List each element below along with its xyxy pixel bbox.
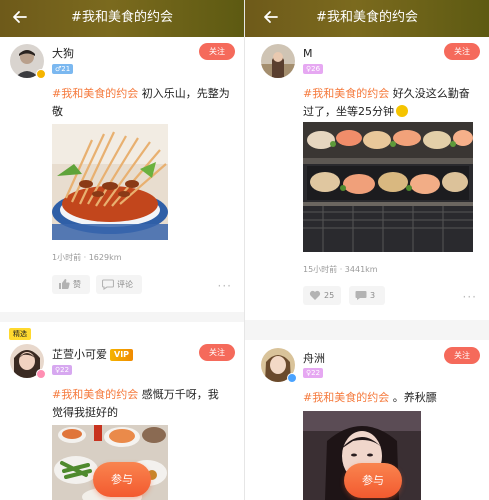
username[interactable]: M — [303, 47, 313, 61]
gender-level-badge: ♂21 — [52, 64, 74, 74]
more-dots-icon[interactable]: ··· — [463, 291, 477, 303]
follow-button[interactable]: 关注 — [444, 43, 480, 60]
post-text: #我和美食的约会 初入乐山，先整为敬 — [52, 85, 237, 121]
verified-badge-icon — [36, 369, 46, 379]
post-text: #我和美食的约会 好久没这么勤奋过了，坐等25分钟 — [303, 85, 473, 121]
post-separator — [0, 312, 244, 322]
like-button[interactable]: 赞 — [52, 275, 90, 294]
join-button[interactable]: 参与 — [344, 463, 402, 498]
topic-tag[interactable]: #我和美食的约会 — [303, 87, 389, 100]
follow-button[interactable]: 关注 — [444, 347, 480, 364]
thumbs-up-icon — [59, 279, 70, 289]
topic-tag[interactable]: #我和美食的约会 — [52, 87, 138, 100]
username[interactable]: 大狗 — [52, 47, 74, 61]
post-photo[interactable] — [52, 124, 168, 240]
username[interactable]: 舟洲 — [303, 352, 325, 366]
post-separator — [245, 320, 489, 340]
follow-button[interactable]: 关注 — [199, 43, 235, 60]
featured-badge: 精选 — [9, 328, 31, 340]
feed-panel-left: #我和美食的约会 大狗 ♂21 关注 #我和美食的约会 初入乐山，先整为敬 1小… — [0, 0, 244, 500]
comment-count: 3 — [370, 291, 376, 300]
post-card: M ♀26 关注 #我和美食的约会 好久没这么勤奋过了，坐等25分钟 15小时前… — [245, 37, 489, 320]
post-card: 大狗 ♂21 关注 #我和美食的约会 初入乐山，先整为敬 1小时前 · 1629… — [0, 37, 244, 312]
topic-tag[interactable]: #我和美食的约会 — [303, 391, 389, 404]
topic-title: #我和美食的约会 — [316, 10, 418, 25]
topic-title: #我和美食的约会 — [71, 10, 173, 25]
post-text: #我和美食的约会 。养秋膘 — [303, 389, 473, 407]
comment-icon — [102, 279, 114, 290]
gender-level-badge: ♀22 — [303, 368, 324, 378]
join-button[interactable]: 参与 — [93, 462, 151, 497]
username[interactable]: 芷萱小可爱 — [52, 348, 107, 362]
verified-badge-icon — [36, 69, 46, 79]
feed-panel-right: #我和美食的约会 M ♀26 关注 #我和美食的约会 好久没这么勤奋过了，坐等2… — [245, 0, 489, 500]
verified-badge-icon — [287, 373, 297, 383]
comment-button[interactable]: 评论 — [96, 275, 142, 294]
top-bar: #我和美食的约会 — [0, 0, 244, 37]
gender-level-badge: ♀26 — [303, 64, 324, 74]
emoji-icon — [396, 105, 408, 117]
post-photo[interactable] — [303, 122, 473, 252]
avatar[interactable] — [261, 44, 295, 78]
post-card: 舟洲 ♀22 关注 #我和美食的约会 。养秋膘 参与 — [245, 340, 489, 500]
comment-label: 评论 — [117, 280, 133, 289]
gender-level-badge: ♀22 — [52, 365, 73, 375]
heart-icon — [309, 290, 321, 300]
vip-badge-icon: VIP — [110, 349, 134, 361]
more-dots-icon[interactable]: ··· — [218, 280, 232, 292]
post-body: 。养秋膘 — [389, 391, 437, 404]
post-text: #我和美食的约会 感慨万千呀，我觉得我挺好的 — [52, 386, 222, 422]
follow-button[interactable]: 关注 — [199, 344, 235, 361]
post-card: 精选 芷萱小可爱 VIP ♀22 关注 #我和美食的约会 感慨万千呀，我觉得我挺… — [0, 322, 244, 500]
comment-button[interactable]: 3 — [349, 286, 385, 305]
like-label: 赞 — [73, 280, 81, 289]
time-location: 1小时前 · 1629km — [52, 253, 122, 262]
time-location: 15小时前 · 3441km — [303, 265, 378, 274]
like-count: 25 — [324, 291, 335, 300]
comment-icon — [355, 291, 367, 300]
top-bar: #我和美食的约会 — [245, 0, 489, 37]
topic-tag[interactable]: #我和美食的约会 — [52, 388, 138, 401]
like-button[interactable]: 25 — [303, 286, 341, 305]
